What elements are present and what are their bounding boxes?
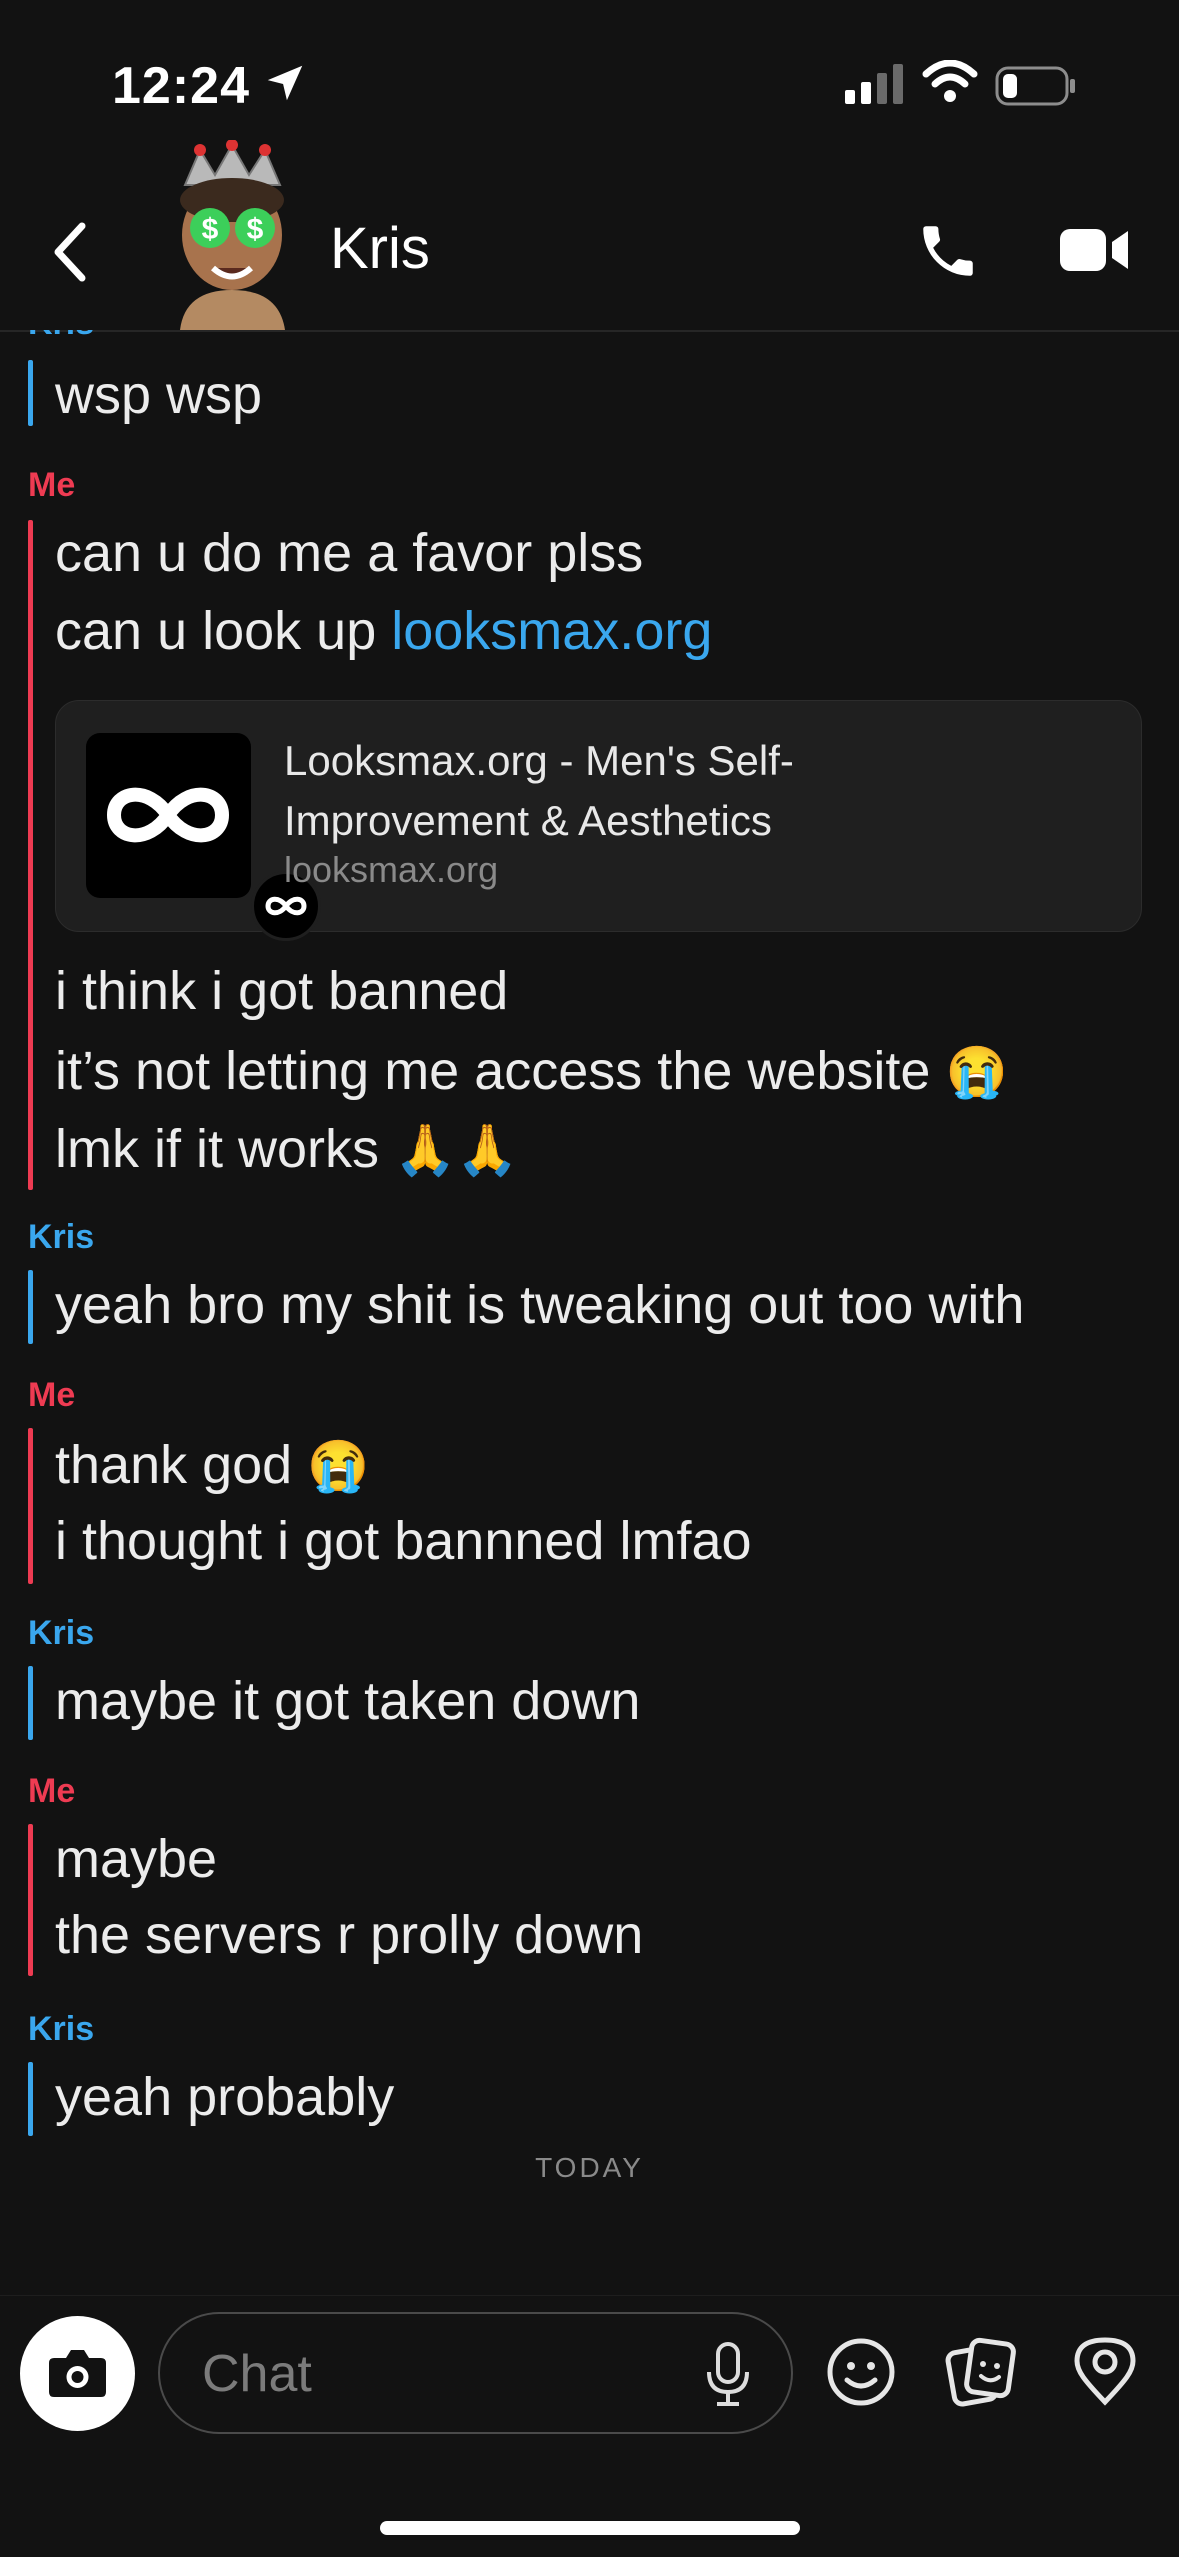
- message-bar-me: [28, 1824, 33, 1976]
- chat-input[interactable]: [200, 2344, 664, 2404]
- sender-label-me: Me: [28, 1376, 76, 1414]
- composer-bar: [0, 2295, 1179, 2557]
- svg-text:$: $: [202, 213, 219, 246]
- message-text[interactable]: it’s not letting me access the website 😭: [55, 1040, 1008, 1102]
- message-bar-me: [28, 520, 33, 1190]
- avatar[interactable]: $ $: [165, 140, 300, 330]
- wifi-icon: [922, 60, 978, 102]
- pray-emoji: 🙏🙏: [394, 1122, 519, 1178]
- message-text[interactable]: the servers r prolly down: [55, 1904, 643, 1966]
- message-list[interactable]: Kris wsp wsp Me can u do me a favor plss…: [0, 330, 1179, 2290]
- back-icon[interactable]: [50, 220, 90, 284]
- phone-icon[interactable]: [915, 218, 981, 284]
- home-indicator: [380, 2521, 800, 2535]
- link-preview-url: looksmax.org: [284, 849, 499, 890]
- message-text[interactable]: maybe it got taken down: [55, 1670, 640, 1732]
- message-text[interactable]: can u do me a favor plss: [55, 522, 643, 584]
- link-preview-title: Looksmax.org - Men's Self-Improvement & …: [284, 737, 794, 844]
- sender-label-me: Me: [28, 466, 76, 504]
- link-looksmax[interactable]: looksmax.org: [391, 601, 712, 661]
- signal-icon: [845, 64, 903, 104]
- status-time: 12:24: [112, 57, 250, 115]
- link-preview-logo: [86, 733, 251, 898]
- message-text[interactable]: can u look up looksmax.org: [55, 600, 712, 662]
- message-text[interactable]: thank god 😭: [55, 1434, 369, 1496]
- infinity-logo-icon: [106, 787, 230, 843]
- chat-header: $ $ Kris: [0, 130, 1179, 332]
- location-pin-icon[interactable]: [1070, 2336, 1140, 2408]
- mic-icon[interactable]: [705, 2342, 751, 2408]
- crying-emoji: 😭: [307, 1438, 370, 1494]
- message-bar-kris: [28, 1270, 33, 1344]
- smiley-icon[interactable]: [825, 2336, 897, 2408]
- message-text[interactable]: yeah bro my shit is tweaking out too wit…: [55, 1274, 1024, 1336]
- sender-label-kris: Kris: [28, 1218, 95, 1256]
- message-text[interactable]: i thought i got bannned lmfao: [55, 1510, 752, 1572]
- battery-icon: [995, 66, 1075, 106]
- sender-label-kris: Kris: [28, 2010, 95, 2048]
- chat-field[interactable]: [158, 2312, 793, 2434]
- message-text[interactable]: maybe: [55, 1828, 217, 1890]
- sender-label-me: Me: [28, 1772, 76, 1810]
- message-text[interactable]: wsp wsp: [55, 364, 262, 426]
- date-separator: TODAY: [535, 2152, 644, 2183]
- camera-button[interactable]: [20, 2316, 135, 2431]
- link-preview-card[interactable]: Looksmax.org - Men's Self-Improvement & …: [55, 700, 1142, 941]
- crying-emoji: 😭: [945, 1044, 1008, 1100]
- message-text[interactable]: lmk if it works 🙏🙏: [55, 1118, 519, 1180]
- sender-label-kris: Kris: [28, 1614, 95, 1652]
- location-arrow-icon: [267, 65, 303, 101]
- video-icon[interactable]: [1060, 225, 1130, 275]
- message-text[interactable]: i think i got banned: [55, 960, 508, 1022]
- message-bar-kris: [28, 1666, 33, 1740]
- sender-label-kris: Kris: [28, 330, 94, 343]
- svg-text:$: $: [247, 213, 264, 246]
- contact-name[interactable]: Kris: [330, 215, 430, 282]
- camera-icon: [49, 2350, 106, 2397]
- message-text[interactable]: yeah probably: [55, 2066, 394, 2128]
- message-bar-kris: [28, 2062, 33, 2136]
- message-bar-me: [28, 1428, 33, 1584]
- message-bar-kris: [28, 360, 33, 426]
- sticker-icon[interactable]: [945, 2336, 1017, 2408]
